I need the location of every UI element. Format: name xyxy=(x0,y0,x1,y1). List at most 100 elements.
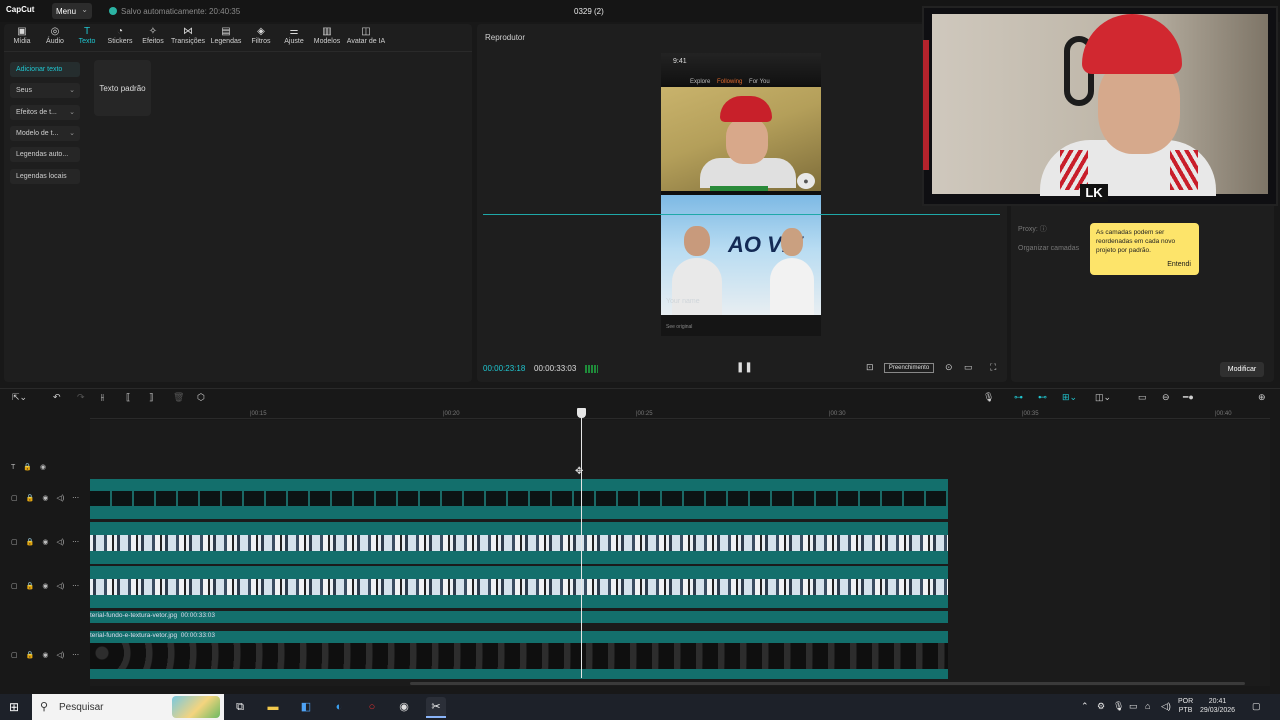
eye-icon[interactable]: ◉ xyxy=(42,494,48,502)
obs-icon[interactable]: ◉ xyxy=(394,697,414,717)
track-controls-2: ▢ 🔒 ◉ ◁) ⋯ xyxy=(11,538,87,546)
lock-icon[interactable]: 🔒 xyxy=(26,538,35,546)
more-icon[interactable]: ⋯ xyxy=(72,582,79,590)
redo-icon[interactable]: ↷ xyxy=(77,392,85,403)
sidebar-item-text-effects[interactable]: Efeitos de t... ⌄ xyxy=(10,105,80,120)
eye-icon[interactable]: ◉ xyxy=(42,651,48,659)
eye-icon[interactable]: ◉ xyxy=(42,538,48,546)
image-clip-1[interactable] xyxy=(90,611,948,623)
audio-toggle-icon[interactable]: ◁) xyxy=(56,651,64,659)
toolbar-label: Áudio xyxy=(46,38,64,45)
playhead[interactable] xyxy=(581,408,582,678)
default-text-card[interactable]: Texto padrão xyxy=(94,60,151,116)
ai-avatar-icon: ◫ xyxy=(361,26,371,37)
toolbar-item-filters[interactable]: ◈ Filtros xyxy=(249,26,273,45)
fill-mode-button[interactable]: Preenchimento xyxy=(884,363,934,373)
file-explorer-icon[interactable]: ▬ xyxy=(263,697,283,717)
zoom-slider[interactable]: ━● xyxy=(1183,392,1194,403)
link-icon[interactable]: ⊷ xyxy=(1038,392,1047,403)
tray-chevron-icon[interactable]: ⌃ xyxy=(1081,701,1089,712)
menu-button[interactable]: Menu ⌄ xyxy=(52,3,92,19)
windows-start-icon[interactable]: ⊞ xyxy=(9,700,19,714)
select-tool-icon[interactable]: ⇱⌄ xyxy=(12,392,27,403)
playhead-handle[interactable] xyxy=(577,408,586,418)
keyboard-layout: PTB xyxy=(1178,707,1193,714)
video-clip-1-frames xyxy=(90,491,948,506)
tray-network-icon[interactable]: ⌂ xyxy=(1145,701,1150,711)
notifications-icon[interactable]: ▢ xyxy=(1252,701,1261,712)
media-icon: ▣ xyxy=(17,26,27,37)
sidebar-item-text-templates[interactable]: Modelo de t... ⌄ xyxy=(10,126,80,141)
toolbar-item-templates[interactable]: ▥ Modelos xyxy=(312,26,342,45)
sidebar-item-yours[interactable]: Seus ⌄ xyxy=(10,83,80,98)
eye-icon[interactable]: ◉ xyxy=(42,582,48,590)
adjust-icon: ⚌ xyxy=(289,26,299,37)
sidebar-item-auto-captions[interactable]: Legendas auto... xyxy=(10,147,80,162)
lock-icon[interactable]: 🔒 xyxy=(26,494,35,502)
tray-mic-icon[interactable]: 🎙 xyxy=(1113,701,1124,712)
sidebar-item-local-captions[interactable]: Legendas locais xyxy=(10,169,80,184)
see-original-link: See original xyxy=(666,324,693,330)
toolbar-item-text[interactable]: T Texto xyxy=(76,26,98,45)
tray-battery-icon[interactable]: ▭ xyxy=(1129,701,1138,712)
language-code: POR xyxy=(1178,698,1194,705)
toolbar-item-transitions[interactable]: ⋈ Transições xyxy=(170,26,206,45)
project-title[interactable]: 0329 (2) xyxy=(574,7,604,16)
toolbar-item-adjust[interactable]: ⚌ Ajuste xyxy=(282,26,306,45)
caption-align-icon[interactable]: ▭ xyxy=(1138,392,1147,403)
language-indicator[interactable]: POR PTB xyxy=(1178,697,1193,715)
toolbar-item-stickers[interactable]: ◔ Stickers xyxy=(105,26,135,45)
preview-axis-icon[interactable]: ⊞⌄ xyxy=(1062,392,1077,403)
marker-icon[interactable]: ⬡ xyxy=(197,392,205,403)
pause-icon[interactable]: ❚❚ xyxy=(736,362,753,373)
layout-icon[interactable]: ◫⌄ xyxy=(1095,392,1111,403)
toolbar-item-effects[interactable]: ✧ Efeitos xyxy=(140,26,166,45)
autosave-check-icon xyxy=(109,7,117,15)
audio-toggle-icon[interactable]: ◁) xyxy=(56,582,64,590)
audio-toggle-icon[interactable]: ◁) xyxy=(56,538,64,546)
clip-name: terial-fundo-e-textura-vetor.jpg xyxy=(90,612,178,619)
toolbar-item-captions[interactable]: ▤ Legendas xyxy=(209,26,243,45)
toolbar-item-media[interactable]: ▣ Mídia xyxy=(11,26,33,45)
microphone-icon[interactable]: 🎙 xyxy=(983,392,994,403)
tooltip-ok-button[interactable]: Entendi xyxy=(1167,260,1191,269)
toolbar-item-ai-avatar[interactable]: ◫ Avatar de IA xyxy=(345,26,387,45)
tray-volume-icon[interactable]: ◁) xyxy=(1161,701,1171,712)
edge-icon[interactable]: ◐ xyxy=(329,697,349,717)
undo-icon[interactable]: ↶ xyxy=(53,392,61,403)
modify-button[interactable]: Modificar xyxy=(1220,362,1264,377)
audio-toggle-icon[interactable]: ◁) xyxy=(56,494,64,502)
your-name-caption: Your name xyxy=(666,298,700,305)
opera-icon[interactable]: ○ xyxy=(362,697,382,717)
more-icon[interactable]: ⋯ xyxy=(72,651,79,659)
zoom-out-icon[interactable]: ⊖ xyxy=(1162,392,1170,403)
ratio-icon[interactable]: ▭ xyxy=(964,362,973,373)
focus-icon[interactable]: ⊙ xyxy=(945,362,953,373)
ruler-tick: |00:15 xyxy=(250,411,267,417)
sidebar-item-add-text[interactable]: Adicionar texto xyxy=(10,62,80,77)
more-icon[interactable]: ⋯ xyxy=(72,538,79,546)
taskbar-clock[interactable]: 20:41 29/03/2026 xyxy=(1200,697,1235,715)
capcut-taskbar-icon[interactable]: ✂ xyxy=(426,697,446,717)
magnet-icon[interactable]: ⊶ xyxy=(1014,392,1023,403)
fullscreen-icon[interactable]: ⛶ xyxy=(990,362,996,373)
toolbar-item-audio[interactable]: ◎ Áudio xyxy=(42,26,68,45)
delete-icon[interactable]: 🗑 xyxy=(173,392,184,403)
lock-icon[interactable]: 🔒 xyxy=(23,463,32,471)
task-view-icon[interactable]: ⧉ xyxy=(230,697,250,717)
phone-clock: 9:41 xyxy=(673,58,687,65)
chevron-down-icon: ⌄ xyxy=(69,109,75,116)
timeline-scrollbar[interactable] xyxy=(410,682,1245,685)
trim-right-icon[interactable]: ⟧ xyxy=(149,392,153,403)
crop-icon[interactable]: ⊡ xyxy=(866,362,874,373)
lock-icon[interactable]: 🔒 xyxy=(26,582,35,590)
split-icon[interactable]: ⫲ xyxy=(101,392,104,403)
eye-icon[interactable]: ◉ xyxy=(40,463,46,471)
more-icon[interactable]: ⋯ xyxy=(72,494,79,502)
lock-icon[interactable]: 🔒 xyxy=(26,651,35,659)
tray-app-icon[interactable]: ⚙ xyxy=(1097,701,1105,712)
search-icon: ⚲ xyxy=(40,701,49,713)
trim-left-icon[interactable]: ⟦ xyxy=(126,392,130,403)
zoom-fit-icon[interactable]: ⊕ xyxy=(1258,392,1266,403)
store-icon[interactable]: ◧ xyxy=(296,697,316,717)
